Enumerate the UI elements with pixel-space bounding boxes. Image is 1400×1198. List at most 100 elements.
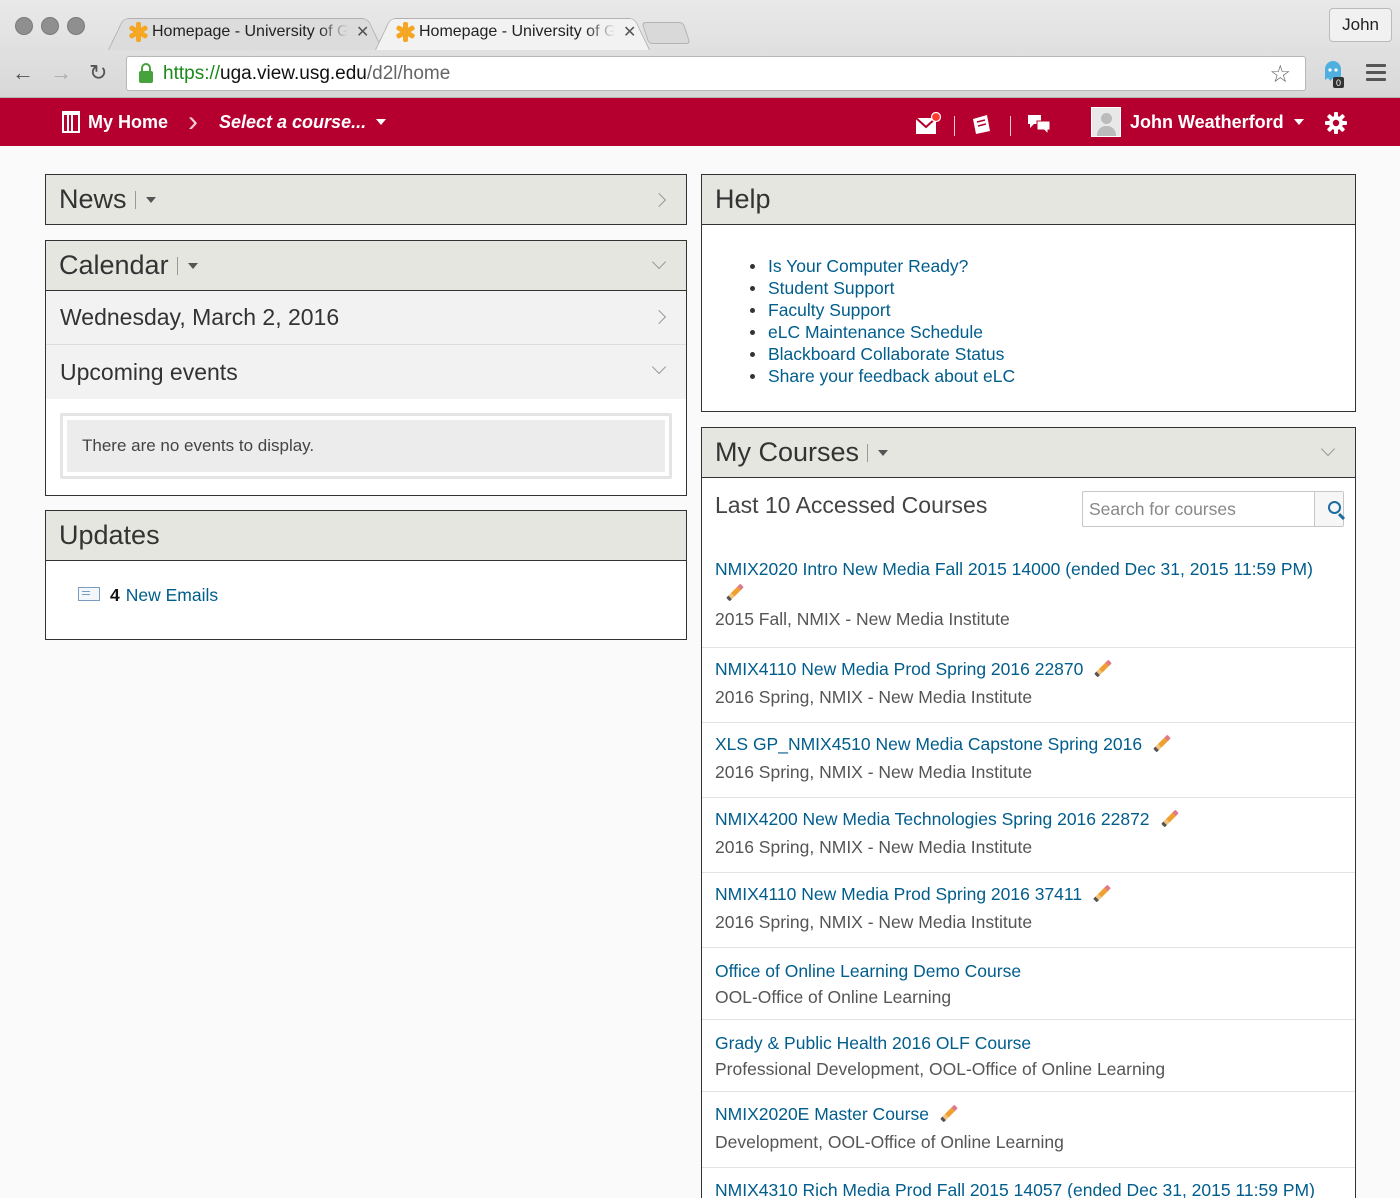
user-avatar[interactable] (1091, 107, 1121, 137)
url-scheme: https:// (163, 62, 221, 84)
uga-favicon-icon (128, 22, 149, 42)
chevron-down-icon[interactable] (651, 254, 667, 270)
browser-tab-1[interactable]: Homepage - University of Georgia ✕ (108, 14, 384, 50)
new-emails-update[interactable]: 4 New Emails (78, 585, 218, 606)
profile-button[interactable]: John (1329, 8, 1392, 42)
course-item: NMIX2020 Intro New Media Fall 2015 14000… (702, 556, 1355, 648)
chevron-right-icon[interactable] (651, 309, 667, 325)
browser-chrome: Homepage - University of Georgia ✕ Homep… (0, 0, 1400, 98)
events-container: There are no events to display. (46, 399, 686, 493)
help-link-feedback[interactable]: Share your feedback about eLC (768, 366, 1015, 386)
course-link[interactable]: Office of Online Learning Demo Course (715, 961, 1021, 981)
calendar-title: Calendar (59, 250, 169, 280)
ghostery-extension-icon[interactable]: 0 (1322, 60, 1344, 88)
message-alert-icon[interactable] (914, 112, 942, 136)
help-header: Help (702, 175, 1355, 225)
user-menu[interactable]: John Weatherford (1130, 98, 1304, 146)
minimize-window-button[interactable] (41, 17, 59, 35)
course-search-input[interactable] (1083, 492, 1314, 526)
forward-arrow-icon[interactable]: → (50, 60, 72, 86)
course-link[interactable]: NMIX4200 New Media Technologies Spring 2… (715, 809, 1150, 829)
lock-icon (139, 62, 153, 83)
calendar-widget: Calendar Wednesday, March 2, 2016 Upcomi… (45, 240, 687, 496)
email-icon (78, 586, 100, 601)
search-icon[interactable] (1314, 492, 1343, 526)
help-title: Help (715, 184, 771, 214)
calendar-date: Wednesday, March 2, 2016 (60, 304, 340, 330)
course-info: 2016 Spring, NMIX - New Media Institute (715, 762, 1033, 782)
new-emails-link[interactable]: New Emails (126, 585, 218, 606)
help-widget: Help Is Your Computer Ready? Student Sup… (701, 174, 1356, 412)
gear-icon[interactable] (1324, 111, 1348, 135)
widget-menu-caret[interactable] (134, 190, 156, 209)
widget-menu-caret[interactable] (176, 256, 198, 275)
help-links: Is Your Computer Ready? Student Support … (702, 225, 1355, 387)
url-path: /d2l/home (366, 62, 451, 84)
course-list: NMIX2020 Intro New Media Fall 2015 14000… (702, 556, 1355, 1198)
no-events-message: There are no events to display. (67, 420, 665, 472)
reload-icon[interactable]: ↻ (89, 60, 107, 86)
subscription-alert-icon[interactable] (970, 112, 994, 136)
bookmark-star-icon[interactable]: ☆ (1269, 60, 1291, 89)
help-link-faculty-support[interactable]: Faculty Support (768, 300, 891, 320)
calendar-date-row[interactable]: Wednesday, March 2, 2016 (46, 291, 686, 345)
close-window-button[interactable] (15, 17, 33, 35)
my-home-link[interactable]: My Home (62, 98, 168, 146)
course-selector-label: Select a course... (219, 111, 367, 132)
course-item: NMIX2020E Master Course Development, OOL… (702, 1092, 1355, 1168)
extension-badge: 0 (1336, 78, 1341, 88)
widget-menu-caret[interactable] (867, 443, 889, 462)
course-link[interactable]: XLS GP_NMIX4510 New Media Capstone Sprin… (715, 734, 1142, 754)
back-arrow-icon[interactable]: ← (12, 60, 34, 86)
chevron-down-icon[interactable] (651, 359, 667, 375)
help-link-computer-ready[interactable]: Is Your Computer Ready? (768, 256, 968, 276)
help-link-item: Is Your Computer Ready? (748, 255, 1355, 277)
uga-favicon-icon (395, 22, 416, 42)
course-link[interactable]: NMIX4110 New Media Prod Spring 2016 3741… (715, 884, 1082, 904)
help-link-maintenance[interactable]: eLC Maintenance Schedule (768, 322, 983, 342)
help-link-collaborate-status[interactable]: Blackboard Collaborate Status (768, 344, 1004, 364)
chat-bubbles-icon[interactable] (1026, 112, 1052, 136)
user-name: John Weatherford (1130, 111, 1284, 132)
pencil-icon (1091, 658, 1113, 678)
course-link[interactable]: NMIX2020E Master Course (715, 1104, 929, 1124)
zoom-window-button[interactable] (67, 17, 85, 35)
chevron-down-icon[interactable] (1320, 441, 1336, 457)
new-tab-button[interactable] (641, 22, 691, 44)
course-search (1082, 491, 1344, 527)
pencil-icon (1158, 808, 1180, 828)
pencil-icon (1150, 733, 1172, 753)
course-info: 2016 Spring, NMIX - New Media Institute (715, 837, 1033, 857)
course-selector[interactable]: Select a course... (219, 98, 387, 146)
course-link[interactable]: NMIX2020 Intro New Media Fall 2015 14000… (715, 559, 1313, 579)
calendar-header[interactable]: Calendar (46, 241, 686, 291)
caret-down-icon (376, 119, 387, 125)
news-title: News (59, 184, 127, 214)
course-item: XLS GP_NMIX4510 New Media Capstone Sprin… (702, 723, 1355, 798)
tab-close-icon[interactable]: ✕ (356, 22, 369, 42)
help-link-item: Blackboard Collaborate Status (748, 343, 1355, 365)
browser-tab-2[interactable]: Homepage - University of Georgia ✕ (375, 14, 651, 50)
help-link-item: Share your feedback about eLC (748, 365, 1355, 387)
course-link[interactable]: Grady & Public Health 2016 OLF Course (715, 1033, 1031, 1053)
upcoming-events-row[interactable]: Upcoming events (46, 345, 686, 399)
course-link[interactable]: NMIX4310 Rich Media Prod Fall 2015 14057… (715, 1180, 1315, 1198)
pencil-icon (937, 1103, 959, 1123)
chevron-right-icon[interactable] (651, 192, 667, 208)
help-link-student-support[interactable]: Student Support (768, 278, 894, 298)
nav-divider (1010, 116, 1011, 136)
caret-down-icon (1293, 119, 1304, 125)
my-courses-widget: My Courses Last 10 Accessed Courses NMIX… (701, 427, 1356, 1198)
tab-close-icon[interactable]: ✕ (623, 22, 636, 42)
news-header[interactable]: News (46, 175, 686, 224)
address-bar[interactable]: https:// uga.view.usg.edu /d2l/home ☆ (126, 56, 1306, 91)
my-courses-header[interactable]: My Courses (702, 428, 1355, 478)
course-link[interactable]: NMIX4110 New Media Prod Spring 2016 2287… (715, 659, 1083, 679)
course-info: OOL-Office of Online Learning (715, 987, 952, 1007)
help-link-item: eLC Maintenance Schedule (748, 321, 1355, 343)
course-item: Grady & Public Health 2016 OLF Course Pr… (702, 1020, 1355, 1092)
updates-title: Updates (59, 520, 160, 550)
my-courses-title: My Courses (715, 437, 860, 467)
browser-menu-icon[interactable] (1366, 64, 1386, 85)
tab-title: Homepage - University of Georgia (152, 23, 348, 40)
